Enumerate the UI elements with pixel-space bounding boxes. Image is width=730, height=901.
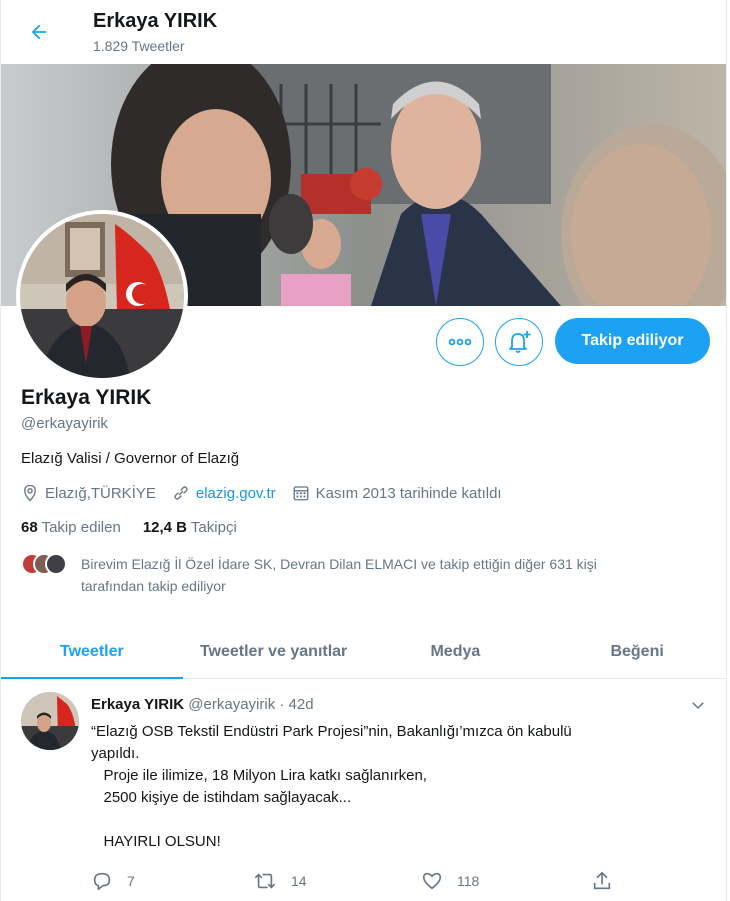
tweet-line: “Elazığ OSB Tekstil Endüstri Park Projes… xyxy=(91,723,572,740)
bell-plus-icon xyxy=(509,331,531,353)
more-icon xyxy=(448,338,472,346)
website-link[interactable]: elazig.gov.tr xyxy=(196,485,276,502)
followers-link[interactable]: 12,4 B Takipçi xyxy=(143,519,237,536)
tweet-line: 2500 kişiye de istihdam sağlayacak... xyxy=(91,789,352,806)
profile-bio: Elazığ Valisi / Governor of Elazığ xyxy=(21,450,240,467)
header-name: Erkaya YIRIK xyxy=(93,10,218,32)
notifications-button[interactable] xyxy=(495,318,543,366)
profile-avatar[interactable] xyxy=(16,210,188,382)
share-button[interactable] xyxy=(591,870,627,892)
tweet-line: Proje ile ilimize, 18 Milyon Lira katkı … xyxy=(91,767,427,784)
tweet-line: HAYIRLI OLSUN! xyxy=(91,833,221,850)
calendar-icon xyxy=(293,486,309,501)
profile-handle: @erkayayirik xyxy=(21,415,108,432)
retweet-icon xyxy=(255,873,275,889)
following-link[interactable]: 68 Takip edilen xyxy=(21,519,121,536)
chevron-down-icon xyxy=(692,702,704,710)
followers-label: Takipçi xyxy=(190,519,237,536)
location-pin-icon xyxy=(24,484,36,502)
tweet-line: yapıldı. xyxy=(91,745,140,762)
retweet-count: 14 xyxy=(291,873,307,889)
profile-tabs: Tweetler Tweetler ve yanıtlar Medya Beğe… xyxy=(1,625,726,679)
more-button[interactable] xyxy=(436,318,484,366)
location-text: Elazığ,TÜRKİYE xyxy=(45,484,156,502)
profile-meta: Elazığ,TÜRKİYE elazig.gov.tr Kasım 2013 … xyxy=(21,484,518,502)
back-button[interactable] xyxy=(21,14,57,50)
tab-tweets-and-replies[interactable]: Tweetler ve yanıtlar xyxy=(183,625,365,678)
avatar[interactable] xyxy=(21,692,79,750)
top-bar: Erkaya YIRIK 1.829 Tweetler xyxy=(1,0,726,64)
following-button[interactable]: Takip ediliyor xyxy=(555,318,710,364)
followers-count: 12,4 B xyxy=(142,519,188,536)
follow-stats: 68 Takip edilen 12,4 B Takipçi xyxy=(21,519,259,536)
like-button[interactable]: 118 xyxy=(421,870,591,892)
tweet-text: “Elazığ OSB Tekstil Endüstri Park Projes… xyxy=(91,721,691,853)
tweet-line xyxy=(91,809,691,831)
tab-likes[interactable]: Beğeni xyxy=(546,625,726,678)
following-label: Takip edilen xyxy=(41,519,121,536)
tweet-actions: 7 14 118 xyxy=(91,870,631,892)
reply-button[interactable]: 7 xyxy=(91,870,253,892)
share-icon xyxy=(593,871,611,890)
retweet-button[interactable]: 14 xyxy=(253,870,421,892)
location: Elazığ,TÜRKİYE xyxy=(21,484,156,502)
tweet-author-handle[interactable]: @erkayayirik xyxy=(188,696,275,713)
header-tweet-count: 1.829 Tweetler xyxy=(93,38,185,54)
profile-page: Erkaya YIRIK 1.829 Tweetler Takip ediliy… xyxy=(0,0,727,901)
link-icon xyxy=(174,486,188,500)
tab-media[interactable]: Medya xyxy=(365,625,547,678)
arrow-left-icon xyxy=(31,24,47,40)
known-followers-avatars xyxy=(21,553,81,579)
join-date: Kasım 2013 tarihinde katıldı xyxy=(292,484,502,502)
tweet[interactable]: Erkaya YIRIK @erkayayirik · 42d “Elazığ … xyxy=(1,680,726,901)
join-date-text: Kasım 2013 tarihinde katıldı xyxy=(315,484,502,502)
reply-icon xyxy=(93,872,111,891)
tweet-time[interactable]: · 42d xyxy=(279,696,313,713)
following-count: 68 xyxy=(21,519,38,536)
avatar xyxy=(45,553,67,575)
profile-name: Erkaya YIRIK xyxy=(21,386,152,409)
tweet-author-name[interactable]: Erkaya YIRIK xyxy=(91,696,184,713)
like-count: 118 xyxy=(457,873,480,889)
tab-tweets[interactable]: Tweetler xyxy=(1,625,183,679)
website: elazig.gov.tr xyxy=(172,484,276,502)
followers-you-know[interactable]: Birevim Elazığ İl Özel İdare SK, Devran … xyxy=(21,553,701,597)
tweet-menu-button[interactable] xyxy=(689,696,707,719)
reply-count: 7 xyxy=(127,873,135,889)
tweet-header: Erkaya YIRIK @erkayayirik · 42d xyxy=(91,696,314,713)
followers-you-know-text: Birevim Elazığ İl Özel İdare SK, Devran … xyxy=(81,556,597,594)
heart-icon xyxy=(422,872,442,890)
